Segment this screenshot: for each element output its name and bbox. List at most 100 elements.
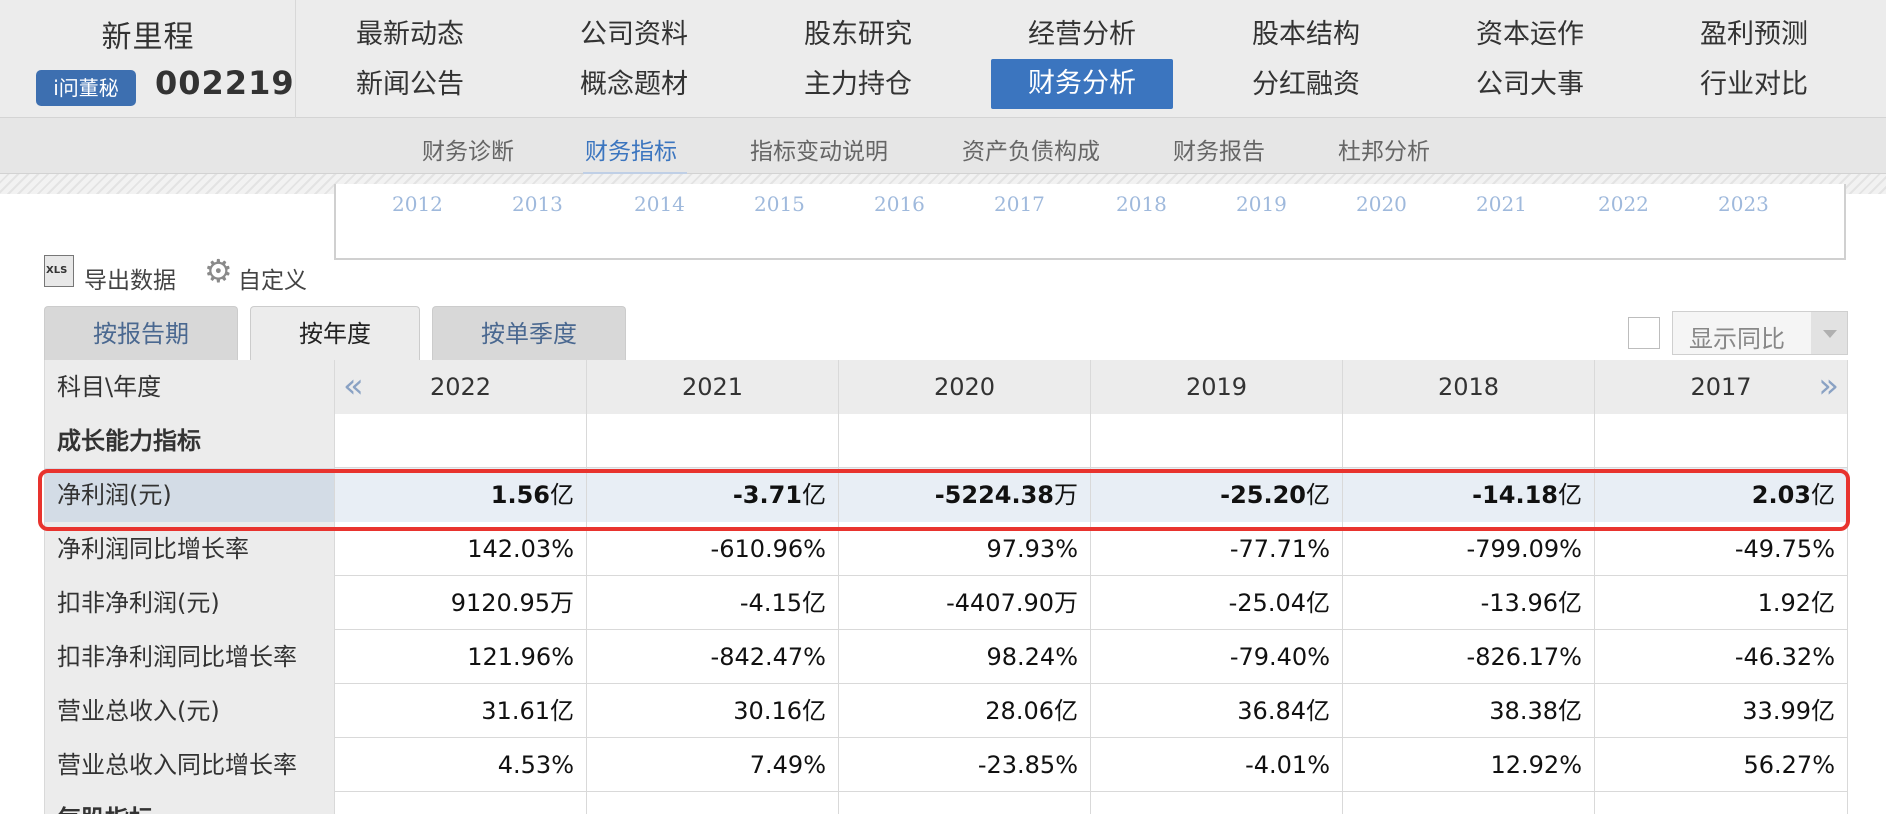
nav-item-concepts[interactable]: 概念题材 <box>559 61 709 109</box>
ask-secretary-badge[interactable]: i问董秘 <box>36 70 136 106</box>
subnav-financial-diagnosis[interactable]: 财务诊断 <box>422 132 514 166</box>
nav-item-operation[interactable]: 经营分析 <box>1007 11 1157 59</box>
nav-item-shareholder[interactable]: 股东研究 <box>783 11 933 59</box>
tab-by-report-period[interactable]: 按报告期 <box>44 306 238 360</box>
table-cell: -842.47% <box>586 630 838 684</box>
table-row: 扣非净利润同比增长率 121.96% -842.47% 98.24% -79.4… <box>44 630 1848 684</box>
row-label: 扣非净利润(元) <box>44 576 334 630</box>
table-cell: 36.84亿 <box>1090 684 1342 738</box>
timeline-year[interactable]: 2021 <box>1476 192 1527 216</box>
table-cell: -4407.90万 <box>838 576 1090 630</box>
table-cell: 97.93% <box>838 522 1090 576</box>
gear-icon[interactable]: ⚙ <box>204 255 236 287</box>
table-cell: -610.96% <box>586 522 838 576</box>
nav-item-capital[interactable]: 资本运作 <box>1455 11 1605 59</box>
nav-item-company-info[interactable]: 公司资料 <box>559 11 709 59</box>
table-cell: 56.27% <box>1594 738 1848 792</box>
show-yoy-checkbox[interactable] <box>1628 317 1660 349</box>
tab-by-quarter[interactable]: 按单季度 <box>432 306 626 360</box>
table-row: 营业总收入同比增长率 4.53% 7.49% -23.85% -4.01% 12… <box>44 738 1848 792</box>
nav-item-equity[interactable]: 股本结构 <box>1231 11 1381 59</box>
table-cell: -14.18亿 <box>1342 468 1594 522</box>
table-cell: -826.17% <box>1342 630 1594 684</box>
top-header: 新里程 i问董秘 002219 最新动态 公司资料 股东研究 经营分析 股本结构… <box>0 0 1886 118</box>
table-cell: -49.75% <box>1594 522 1848 576</box>
timeline-year[interactable]: 2018 <box>1116 192 1167 216</box>
nav-item-dividend[interactable]: 分红融资 <box>1231 61 1381 109</box>
table-row: 净利润同比增长率 142.03% -610.96% 97.93% -77.71%… <box>44 522 1848 576</box>
timeline-year[interactable]: 2023 <box>1718 192 1769 216</box>
table-row: 扣非净利润(元) 9120.95万 -4.15亿 -4407.90万 -25.0… <box>44 576 1848 630</box>
subnav-indicator-change[interactable]: 指标变动说明 <box>750 132 888 166</box>
year-timeline: 2012 2013 2014 2015 2016 2017 2018 2019 … <box>334 184 1846 260</box>
table-cell: 98.24% <box>838 630 1090 684</box>
nav-item-news-latest[interactable]: 最新动态 <box>335 11 485 59</box>
subnav-dupont[interactable]: 杜邦分析 <box>1338 132 1430 166</box>
nav-item-industry-compare[interactable]: 行业对比 <box>1679 61 1829 109</box>
table-cell: -23.85% <box>838 738 1090 792</box>
row-label: 营业总收入同比增长率 <box>44 738 334 792</box>
excel-export-icon[interactable] <box>44 255 74 287</box>
timeline-year[interactable]: 2019 <box>1236 192 1287 216</box>
nav-item-events[interactable]: 公司大事 <box>1455 61 1605 109</box>
table-cell: -25.20亿 <box>1090 468 1342 522</box>
table-cell: -13.96亿 <box>1342 576 1594 630</box>
show-yoy-dropdown[interactable]: 显示同比 <box>1672 311 1848 355</box>
table-cell: -4.15亿 <box>586 576 838 630</box>
subnav-financial-report[interactable]: 财务报告 <box>1173 132 1265 166</box>
table-cell: -3.71亿 <box>586 468 838 522</box>
column-header-year: 2017 » <box>1594 360 1848 414</box>
nav-item-forecast[interactable]: 盈利预测 <box>1679 11 1829 59</box>
row-label: 营业总收入(元) <box>44 684 334 738</box>
brand-panel: 新里程 i问董秘 002219 <box>0 0 296 118</box>
table-cell: -46.32% <box>1594 630 1848 684</box>
timeline-year[interactable]: 2013 <box>512 192 563 216</box>
tab-by-year[interactable]: 按年度 <box>250 306 420 362</box>
table-cell: -4.01% <box>1090 738 1342 792</box>
customize-button[interactable]: 自定义 <box>238 261 307 295</box>
subnav-financial-indicators[interactable]: 财务指标 <box>585 132 677 166</box>
timeline-year[interactable]: 2020 <box>1356 192 1407 216</box>
table-cell: 2.03亿 <box>1594 468 1848 522</box>
table-cell: 30.16亿 <box>586 684 838 738</box>
timeline-year[interactable]: 2016 <box>874 192 925 216</box>
table-cell: 31.61亿 <box>334 684 586 738</box>
timeline-year[interactable]: 2022 <box>1598 192 1649 216</box>
chevron-right-double-icon[interactable]: » <box>1818 360 1839 412</box>
table-row: 营业总收入(元) 31.61亿 30.16亿 28.06亿 36.84亿 38.… <box>44 684 1848 738</box>
section-title: 每股指标 <box>44 792 334 814</box>
stock-code: 002219 <box>155 64 295 102</box>
table-cell: 142.03% <box>334 522 586 576</box>
row-label: 扣非净利润同比增长率 <box>44 630 334 684</box>
chevron-left-double-icon[interactable]: « <box>343 360 364 412</box>
show-yoy-label: 显示同比 <box>1689 325 1785 353</box>
table-cell: -5224.38万 <box>838 468 1090 522</box>
company-name: 新里程 <box>101 20 195 55</box>
timeline-year[interactable]: 2012 <box>392 192 443 216</box>
subnav-balance-composition[interactable]: 资产负债构成 <box>962 132 1100 166</box>
timeline-year[interactable]: 2015 <box>754 192 805 216</box>
row-label: 净利润(元) <box>44 468 334 522</box>
table-corner-label: 科目\年度 <box>44 360 334 414</box>
nav-item-announcements[interactable]: 新闻公告 <box>335 61 485 109</box>
table-cell: 9120.95万 <box>334 576 586 630</box>
table-cell: 121.96% <box>334 630 586 684</box>
table-cell: -79.40% <box>1090 630 1342 684</box>
timeline-year[interactable]: 2017 <box>994 192 1045 216</box>
table-cell: 1.92亿 <box>1594 576 1848 630</box>
export-data-button[interactable]: 导出数据 <box>84 261 176 295</box>
chevron-down-icon[interactable] <box>1811 312 1847 354</box>
table-cell: 33.99亿 <box>1594 684 1848 738</box>
timeline-year[interactable]: 2014 <box>634 192 685 216</box>
financial-indicator-table: 科目\年度 « 2022 2021 2020 2019 2018 2017 » … <box>44 360 1848 814</box>
table-cell: 12.92% <box>1342 738 1594 792</box>
nav-item-holdings[interactable]: 主力持仓 <box>783 61 933 109</box>
table-cell: 38.38亿 <box>1342 684 1594 738</box>
nav-item-financial-analysis[interactable]: 财务分析 <box>991 59 1173 109</box>
table-cell: 7.49% <box>586 738 838 792</box>
table-cell: 4.53% <box>334 738 586 792</box>
column-header-year: « 2022 <box>334 360 586 414</box>
row-label: 净利润同比增长率 <box>44 522 334 576</box>
table-cell: -25.04亿 <box>1090 576 1342 630</box>
table-cell: 1.56亿 <box>334 468 586 522</box>
